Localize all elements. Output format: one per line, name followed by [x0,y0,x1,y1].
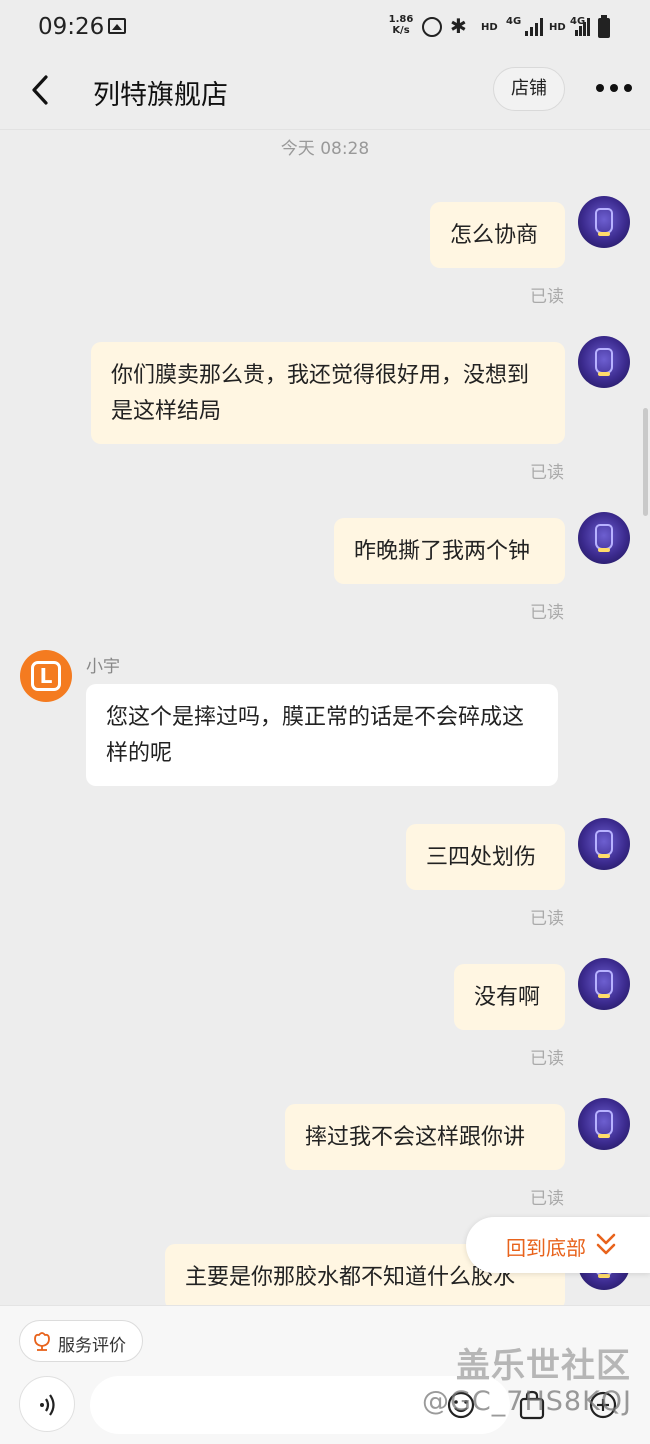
user-avatar[interactable] [578,958,630,1010]
signal-icon-2 [575,18,590,36]
watermark-site: 盖乐世社区 [456,1346,631,1386]
alarm-icon [422,17,442,37]
message-bubble-outgoing[interactable]: 怎么协商 [430,202,565,268]
message-bubble-incoming[interactable]: 您这个是摔过吗，膜正常的话是不会碎成这样的呢 [86,684,558,786]
voice-input-button[interactable] [19,1376,75,1432]
signal-icon [525,18,543,36]
status-time: 09:26 [38,14,105,40]
message-bubble-outgoing[interactable]: 三四处划伤 [406,824,565,890]
seller-avatar[interactable]: L [20,650,72,702]
double-chevron-down-icon [596,1231,616,1259]
page-title: 列特旗舰店 [93,80,228,111]
service-rating-label: 服务评价 [58,1336,126,1356]
user-avatar[interactable] [578,818,630,870]
chat-timestamp: 今天 08:28 [280,139,370,159]
message-bubble-outgoing[interactable]: 昨晚撕了我两个钟 [334,518,565,584]
seller-avatar-letter: L [31,661,61,691]
read-receipt: 已读 [530,1189,564,1209]
network-type-label: 4G [506,16,522,27]
status-bar: 09:26 1.86 K/s ✱ HD 4G HD 4G [0,0,650,56]
battery-icon [598,15,610,38]
message-bubble-outgoing[interactable]: 你们膜卖那么贵，我还觉得很好用，没想到是这样结局 [91,342,565,444]
back-to-bottom-label: 回到底部 [506,1236,586,1260]
hd-label-2: HD [549,22,566,33]
service-rating-button[interactable]: 服务评价 [19,1320,143,1362]
back-to-bottom-button[interactable]: 回到底部 [466,1217,650,1273]
message-bubble-outgoing[interactable]: 没有啊 [454,964,565,1030]
read-receipt: 已读 [530,287,564,307]
read-receipt: 已读 [530,909,564,929]
user-avatar[interactable] [578,336,630,388]
network-speed: 1.86 K/s [388,14,414,36]
bluetooth-icon: ✱ [450,14,467,38]
shop-button[interactable]: 店铺 [493,67,565,111]
read-receipt: 已读 [530,603,564,623]
chat-header: 列特旗舰店 店铺 [0,56,650,130]
hd-label: HD [481,22,498,33]
back-arrow-icon[interactable] [28,72,58,108]
message-bubble-outgoing[interactable]: 摔过我不会这样跟你讲 [285,1104,565,1170]
image-notification-icon [108,18,126,34]
watermark-user: @GC_7HS8KQJ [422,1386,632,1417]
sender-name: 小宇 [86,657,120,677]
more-options-icon[interactable] [596,84,632,94]
user-avatar[interactable] [578,196,630,248]
user-avatar[interactable] [578,1098,630,1150]
read-receipt: 已读 [530,463,564,483]
voice-icon [40,1394,55,1416]
user-avatar[interactable] [578,512,630,564]
flower-icon [32,1331,52,1351]
read-receipt: 已读 [530,1049,564,1069]
scrollbar-thumb[interactable] [643,408,648,516]
